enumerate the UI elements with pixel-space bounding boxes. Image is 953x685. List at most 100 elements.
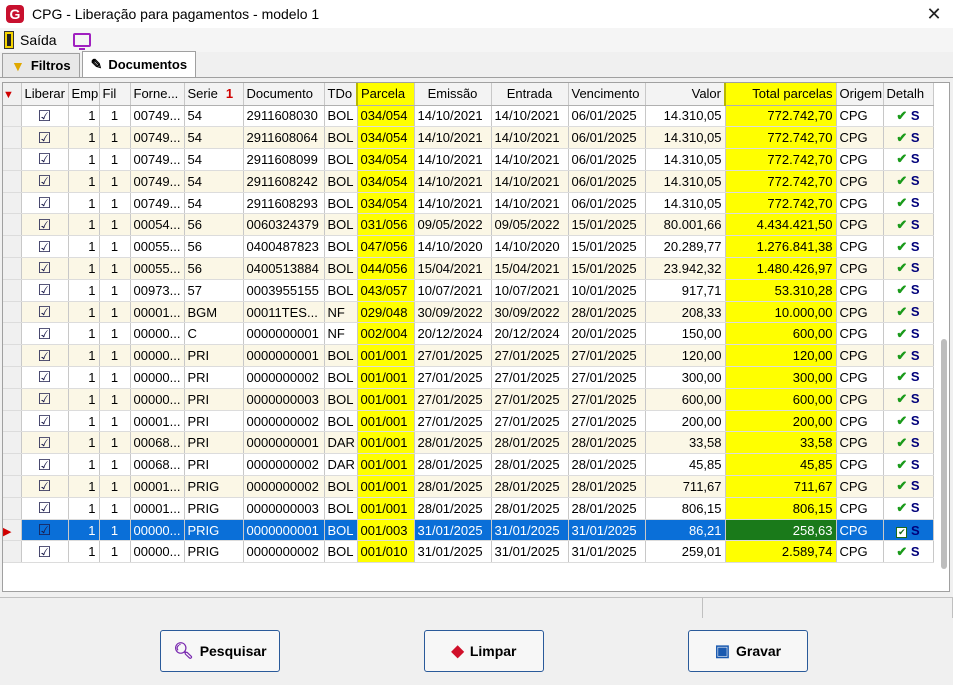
release-check-icon[interactable]: ☑ <box>38 303 51 321</box>
release-check-icon[interactable]: ☑ <box>38 194 51 212</box>
table-row[interactable]: ☑ 1 1 00001... PRI 0000000002 BOL 001/001 27/01/… <box>3 410 934 433</box>
col-emp[interactable]: Emp <box>68 83 100 106</box>
cell-liberar[interactable]: ☑ <box>21 388 69 411</box>
col-origem[interactable]: Origem <box>836 83 884 106</box>
col-entrada[interactable]: Entrada <box>491 83 569 106</box>
col-fil[interactable]: Fil <box>99 83 131 106</box>
row-indicator[interactable] <box>3 322 22 346</box>
cell-liberar[interactable]: ☑ <box>21 235 69 259</box>
table-row[interactable]: ☑ 1 1 00001... PRIG 0000000003 BOL 001/001 28/01… <box>3 497 934 520</box>
release-check-icon[interactable]: ☑ <box>38 412 51 430</box>
table-row[interactable]: ☑ 1 1 00000... PRI 0000000002 BOL 001/001 27/01/… <box>3 366 934 389</box>
tab-filtros[interactable]: ▼ Filtros <box>2 53 80 77</box>
tab-documentos[interactable]: ✎ Documentos <box>81 51 197 77</box>
table-row[interactable]: ☑ 1 1 00068... PRI 0000000001 DAR 001/001 28/01/… <box>3 431 934 455</box>
cell-liberar[interactable]: ☑ <box>21 519 69 542</box>
table-row[interactable]: ☑ 1 1 00000... C 0000000001 NF 002/004 20/12/202… <box>3 322 934 346</box>
table-row[interactable]: ☑ 1 1 00749... 54 2911608064 BOL 034/054 14/10/2… <box>3 126 934 150</box>
release-check-icon[interactable]: ☑ <box>38 477 51 495</box>
check-icon[interactable]: ✔ <box>896 500 907 515</box>
table-row[interactable]: ☑ 1 1 00068... PRI 0000000002 DAR 001/001 28/01/… <box>3 453 934 477</box>
release-check-icon[interactable]: ☑ <box>38 150 51 168</box>
cell-detalhe[interactable]: ✔ S <box>883 497 934 520</box>
cell-liberar[interactable]: ☑ <box>21 497 69 520</box>
cell-liberar[interactable]: ☑ <box>21 431 69 455</box>
cell-detalhe[interactable]: ✔ S <box>883 148 934 171</box>
documents-grid[interactable]: ▼ Liberar Emp Fil Forne... Serie 1 Docume… <box>2 82 950 592</box>
release-check-icon[interactable]: ☑ <box>38 325 51 343</box>
col-documento[interactable]: Documento <box>243 83 325 106</box>
close-button[interactable]: ✕ <box>923 3 945 25</box>
col-emissao[interactable]: Emissão <box>414 83 492 106</box>
exit-menu-item[interactable]: Saída <box>20 32 57 48</box>
row-indicator[interactable] <box>3 235 22 259</box>
col-total-parcelas[interactable]: Total parcelas <box>724 83 837 106</box>
release-check-icon[interactable]: ☑ <box>38 521 51 539</box>
cell-detalhe[interactable]: ✔ S <box>883 279 934 302</box>
check-icon[interactable]: ✔ <box>896 173 907 188</box>
check-icon[interactable]: ✔ <box>896 544 907 559</box>
table-row[interactable]: ☑ 1 1 00749... 54 2911608293 BOL 034/054 14/10/2… <box>3 192 934 215</box>
release-check-icon[interactable]: ☑ <box>38 347 51 365</box>
check-icon[interactable]: ✔ <box>896 348 907 363</box>
row-indicator[interactable] <box>3 475 22 498</box>
check-icon[interactable]: ✔ <box>896 195 907 210</box>
check-icon[interactable]: ✔ <box>896 326 907 341</box>
table-row[interactable]: ☑ 1 1 00749... 54 2911608030 BOL 034/054 14/10/2… <box>3 105 934 128</box>
check-icon[interactable]: ✔ <box>896 151 907 166</box>
row-indicator[interactable] <box>3 366 22 389</box>
table-row[interactable]: ☑ 1 1 00749... 54 2911608242 BOL 034/054 14/10/2… <box>3 170 934 193</box>
cell-detalhe[interactable]: ✔ S <box>883 431 934 455</box>
release-check-icon[interactable]: ☑ <box>38 456 51 474</box>
check-icon[interactable]: ✔ <box>896 130 907 145</box>
row-indicator[interactable] <box>3 301 22 324</box>
release-check-icon[interactable]: ☑ <box>38 259 51 277</box>
release-check-icon[interactable]: ☑ <box>38 107 51 125</box>
row-indicator[interactable] <box>3 148 22 171</box>
check-icon[interactable]: ✔ <box>896 239 907 254</box>
cell-liberar[interactable]: ☑ <box>21 192 69 215</box>
check-icon[interactable]: ✔ <box>896 217 907 232</box>
cell-detalhe[interactable]: ✔ S <box>883 388 934 411</box>
col-detalhe[interactable]: Detalh <box>883 83 934 106</box>
col-parcela[interactable]: Parcela <box>356 83 415 106</box>
row-indicator[interactable] <box>3 192 22 215</box>
release-check-icon[interactable]: ☑ <box>38 499 51 517</box>
cell-liberar[interactable]: ☑ <box>21 170 69 193</box>
check-icon[interactable]: ✔ <box>896 478 907 493</box>
row-indicator[interactable] <box>3 431 22 455</box>
row-indicator[interactable] <box>3 388 22 411</box>
check-icon[interactable]: ✔ <box>896 282 907 297</box>
save-button[interactable]: ▣ Gravar <box>688 630 808 672</box>
cell-detalhe[interactable]: ✔ S <box>883 540 934 564</box>
cell-detalhe[interactable]: ✔ S <box>883 301 934 324</box>
row-indicator[interactable]: ▶ <box>3 519 22 542</box>
release-check-icon[interactable]: ☑ <box>38 281 51 299</box>
release-check-icon[interactable]: ☑ <box>38 434 51 452</box>
check-icon[interactable]: ✔ <box>896 369 907 384</box>
check-icon[interactable]: ✔ <box>896 108 907 123</box>
cell-detalhe[interactable]: ✔ S <box>883 453 934 477</box>
cell-liberar[interactable]: ☑ <box>21 475 69 498</box>
table-row[interactable]: ☑ 1 1 00000... PRIG 0000000002 BOL 001/010 31/01… <box>3 540 934 564</box>
table-row[interactable]: ☑ 1 1 00749... 54 2911608099 BOL 034/054 14/10/2… <box>3 148 934 171</box>
table-row[interactable]: ▶ ☑ 1 1 00000... PRIG 0000000001 BOL 001/003 31/0… <box>3 519 934 542</box>
col-liberar[interactable]: Liberar <box>21 83 69 106</box>
release-check-icon[interactable]: ☑ <box>38 368 51 386</box>
vertical-scrollbar[interactable] <box>941 339 947 569</box>
cell-liberar[interactable]: ☑ <box>21 410 69 433</box>
table-row[interactable]: ☑ 1 1 00001... PRIG 0000000002 BOL 001/001 28/01… <box>3 475 934 498</box>
cell-detalhe[interactable]: ✔ S <box>883 366 934 389</box>
cell-detalhe[interactable]: ✔ S <box>883 192 934 215</box>
table-row[interactable]: ☑ 1 1 00973... 57 0003955155 BOL 043/057 10/07/2… <box>3 279 934 302</box>
cell-liberar[interactable]: ☑ <box>21 105 69 128</box>
row-indicator[interactable] <box>3 213 22 237</box>
cell-detalhe[interactable]: ✔ S <box>883 213 934 237</box>
cell-detalhe[interactable]: ✔ S <box>883 235 934 259</box>
check-icon[interactable]: ✔ <box>896 435 907 450</box>
cell-detalhe[interactable]: ✔ S <box>883 170 934 193</box>
clear-button[interactable]: ◆ Limpar <box>424 630 544 672</box>
table-row[interactable]: ☑ 1 1 00000... PRI 0000000003 BOL 001/001 27/01/… <box>3 388 934 411</box>
cell-liberar[interactable]: ☑ <box>21 257 69 280</box>
col-fornecedor[interactable]: Forne... <box>130 83 185 106</box>
